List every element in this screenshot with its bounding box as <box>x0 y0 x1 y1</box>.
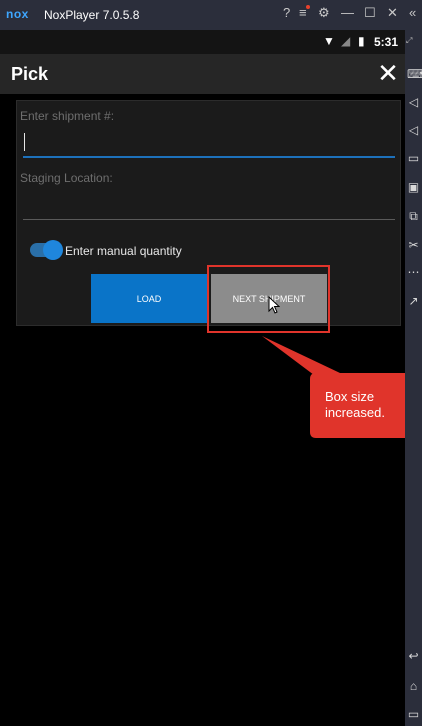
staging-location-label: Staging Location: <box>20 171 113 185</box>
resize-icon[interactable]: ⤢ <box>406 36 412 46</box>
screen-icon[interactable]: ▭ <box>407 152 420 165</box>
page-title: Pick <box>11 64 49 84</box>
wifi-icon: ▼ <box>323 34 335 48</box>
collapse-sidebar-icon[interactable]: « <box>409 5 416 20</box>
shipment-label: Enter shipment #: <box>20 109 115 123</box>
minimize-icon[interactable]: — <box>341 5 354 20</box>
more-icon[interactable]: ⋯ <box>407 266 420 279</box>
callout-line-2: increased. <box>325 405 385 420</box>
callout-text: Box size increased. <box>325 389 405 421</box>
multi-instance-icon[interactable]: ⧉ <box>407 210 420 223</box>
emulator-title-bar: nox NoxPlayer 7.0.5.8 ? ≡ ⚙ — ☐ ✕ « <box>0 0 422 30</box>
external-link-icon[interactable]: ↗ <box>407 295 420 308</box>
manual-quantity-label: Enter manual quantity <box>65 244 182 258</box>
back-icon[interactable]: ↩ <box>407 650 420 663</box>
staging-location-input[interactable] <box>23 191 394 217</box>
volume-up-icon[interactable]: ◁ <box>407 96 420 109</box>
mouse-cursor-icon <box>268 296 280 314</box>
settings-icon[interactable]: ⚙ <box>318 5 330 21</box>
status-time: 5:31 <box>374 35 399 49</box>
load-button[interactable]: LOAD <box>91 274 207 323</box>
manual-quantity-toggle[interactable] <box>30 240 63 260</box>
home-icon[interactable]: ⌂ <box>407 680 420 693</box>
staging-input-underline <box>23 219 395 220</box>
nox-logo: nox <box>6 7 29 21</box>
toggle-knob <box>43 240 63 260</box>
android-status-bar: ▼ ◢ ▮ 5:31 <box>0 30 405 54</box>
emulator-sidebar: ⤢ ⌨ ◁ ◁ ▭ ▣ ⧉ ✂ ⋯ ↗ ↩ ⌂ ▭ <box>405 30 422 726</box>
callout-line-1: Box size <box>325 389 375 404</box>
notification-dot <box>306 5 310 9</box>
screenshot-icon[interactable]: ▣ <box>407 181 420 194</box>
recent-apps-icon[interactable]: ▭ <box>407 708 420 721</box>
help-icon[interactable]: ? <box>283 5 290 20</box>
pick-form-panel: Enter shipment #: Staging Location: Ente… <box>16 100 401 326</box>
text-caret <box>24 133 25 151</box>
maximize-icon[interactable]: ☐ <box>364 5 376 21</box>
close-window-icon[interactable]: ✕ <box>387 5 398 21</box>
close-icon[interactable]: ✕ <box>373 58 403 88</box>
shipment-input[interactable] <box>23 129 394 155</box>
shipment-input-underline <box>23 156 395 158</box>
keyboard-icon[interactable]: ⌨ <box>407 68 422 81</box>
emulator-title: NoxPlayer 7.0.5.8 <box>44 8 140 22</box>
volume-down-icon[interactable]: ◁ <box>407 124 420 137</box>
scissors-icon[interactable]: ✂ <box>407 239 420 252</box>
app-toolbar: Pick ✕ <box>0 54 405 94</box>
signal-icon: ◢ <box>341 34 351 48</box>
battery-icon: ▮ <box>358 34 365 48</box>
